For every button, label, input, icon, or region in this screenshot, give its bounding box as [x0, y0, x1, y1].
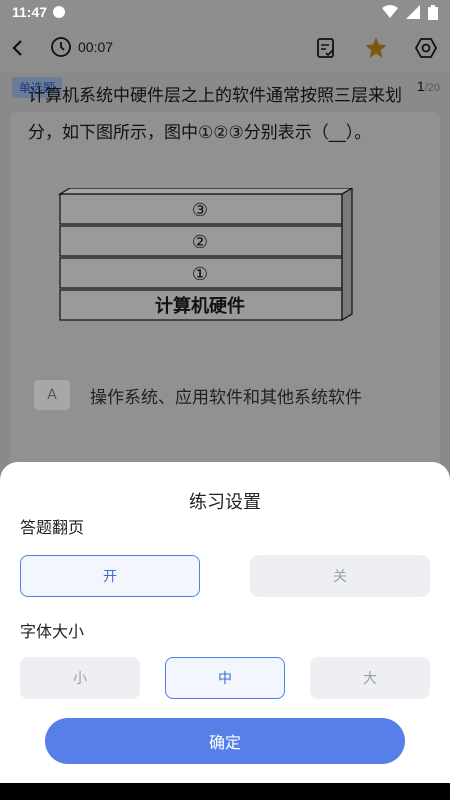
question-progress: 1/20 — [417, 78, 440, 94]
current-index: 1 — [416, 78, 425, 94]
clock-icon — [51, 37, 71, 57]
option-a-letter: A — [34, 380, 70, 410]
hardware-layer-label: 计算机硬件 — [155, 295, 245, 317]
settings-icon — [414, 38, 438, 58]
answer-sheet-icon — [317, 38, 334, 58]
settings-button[interactable] — [414, 36, 438, 60]
font-size-medium-option[interactable]: 中 — [165, 657, 285, 699]
wifi-icon — [382, 5, 398, 18]
font-size-small-option[interactable]: 小 — [20, 657, 140, 699]
layer-3-label: ③ — [192, 200, 208, 221]
status-icons — [382, 4, 438, 20]
back-button[interactable] — [6, 36, 28, 60]
question-text: 计算机系统中硬件层之上的软件通常按照三层来划分，如下图所示，图中①②③分别表示（… — [28, 86, 402, 143]
page-turn-label: 答题翻页 — [20, 518, 85, 537]
signal-icon — [406, 5, 420, 19]
sheet-title: 练习设置 — [189, 492, 261, 513]
favorite-button[interactable] — [364, 36, 388, 60]
timer: 00:07 — [50, 36, 113, 58]
page-turn-off-option[interactable]: 关 — [250, 555, 430, 597]
notification-icon — [53, 6, 66, 18]
option-a-text: 操作系统、应用软件和其他系统软件 — [90, 387, 362, 408]
layer-1-label: ① — [192, 264, 208, 285]
practice-settings-sheet: 练习设置 答题翻页 开 关 字体大小 小 中 大 确定 — [0, 462, 450, 800]
font-size-large-option[interactable]: 大 — [310, 657, 430, 699]
confirm-button[interactable]: 确定 — [45, 718, 405, 764]
battery-icon — [428, 4, 438, 20]
option-a[interactable]: A 操作系统、应用软件和其他系统软件 — [34, 380, 362, 410]
answer-sheet-button[interactable] — [314, 36, 338, 60]
status-bar: 11:47 — [0, 0, 450, 24]
back-arrow-icon — [12, 40, 22, 56]
layer-2-label: ② — [192, 232, 208, 253]
top-bar: 00:07 — [0, 24, 450, 72]
layer-diagram: ③ ② ① 计算机硬件 — [58, 188, 354, 322]
status-time: 11:47 — [12, 4, 48, 20]
star-icon — [365, 37, 387, 58]
timer-value: 00:07 — [78, 39, 114, 55]
total-count: /20 — [424, 82, 440, 94]
font-size-label: 字体大小 — [20, 622, 85, 641]
page-turn-on-option[interactable]: 开 — [20, 555, 200, 597]
system-nav-bar — [0, 783, 450, 800]
